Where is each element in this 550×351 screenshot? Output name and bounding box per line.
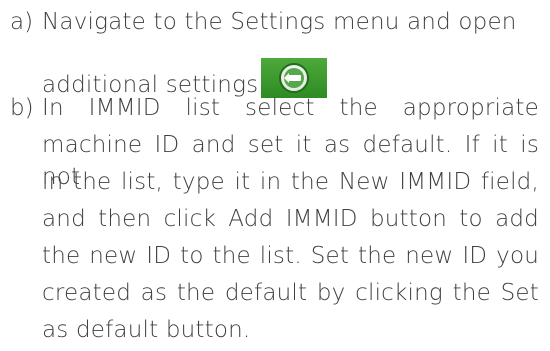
- step-a-marker: a): [10, 9, 34, 35]
- step-b-line-4: and then click Add IMMID button to add: [42, 206, 539, 232]
- step-a-line-1: Navigate to the Settings menu and open: [42, 9, 517, 35]
- step-b: b) In IMMID list select the appropriate …: [0, 92, 550, 351]
- step-a: a) Navigate to the Settings menu and ope…: [0, 6, 550, 98]
- step-b-line-7: as default button.: [42, 317, 251, 343]
- step-b-line-5: the new ID to the list. Set the new ID y…: [42, 243, 539, 269]
- step-b-line-1: In IMMID list select the appropriate: [42, 95, 539, 121]
- step-b-line-6: created as the default by clicking the S…: [42, 280, 539, 306]
- instructions-page: a) Navigate to the Settings menu and ope…: [0, 0, 550, 351]
- step-b-marker: b): [10, 95, 34, 121]
- step-b-line-3: in the list, type it in the New IMMID fi…: [42, 169, 539, 195]
